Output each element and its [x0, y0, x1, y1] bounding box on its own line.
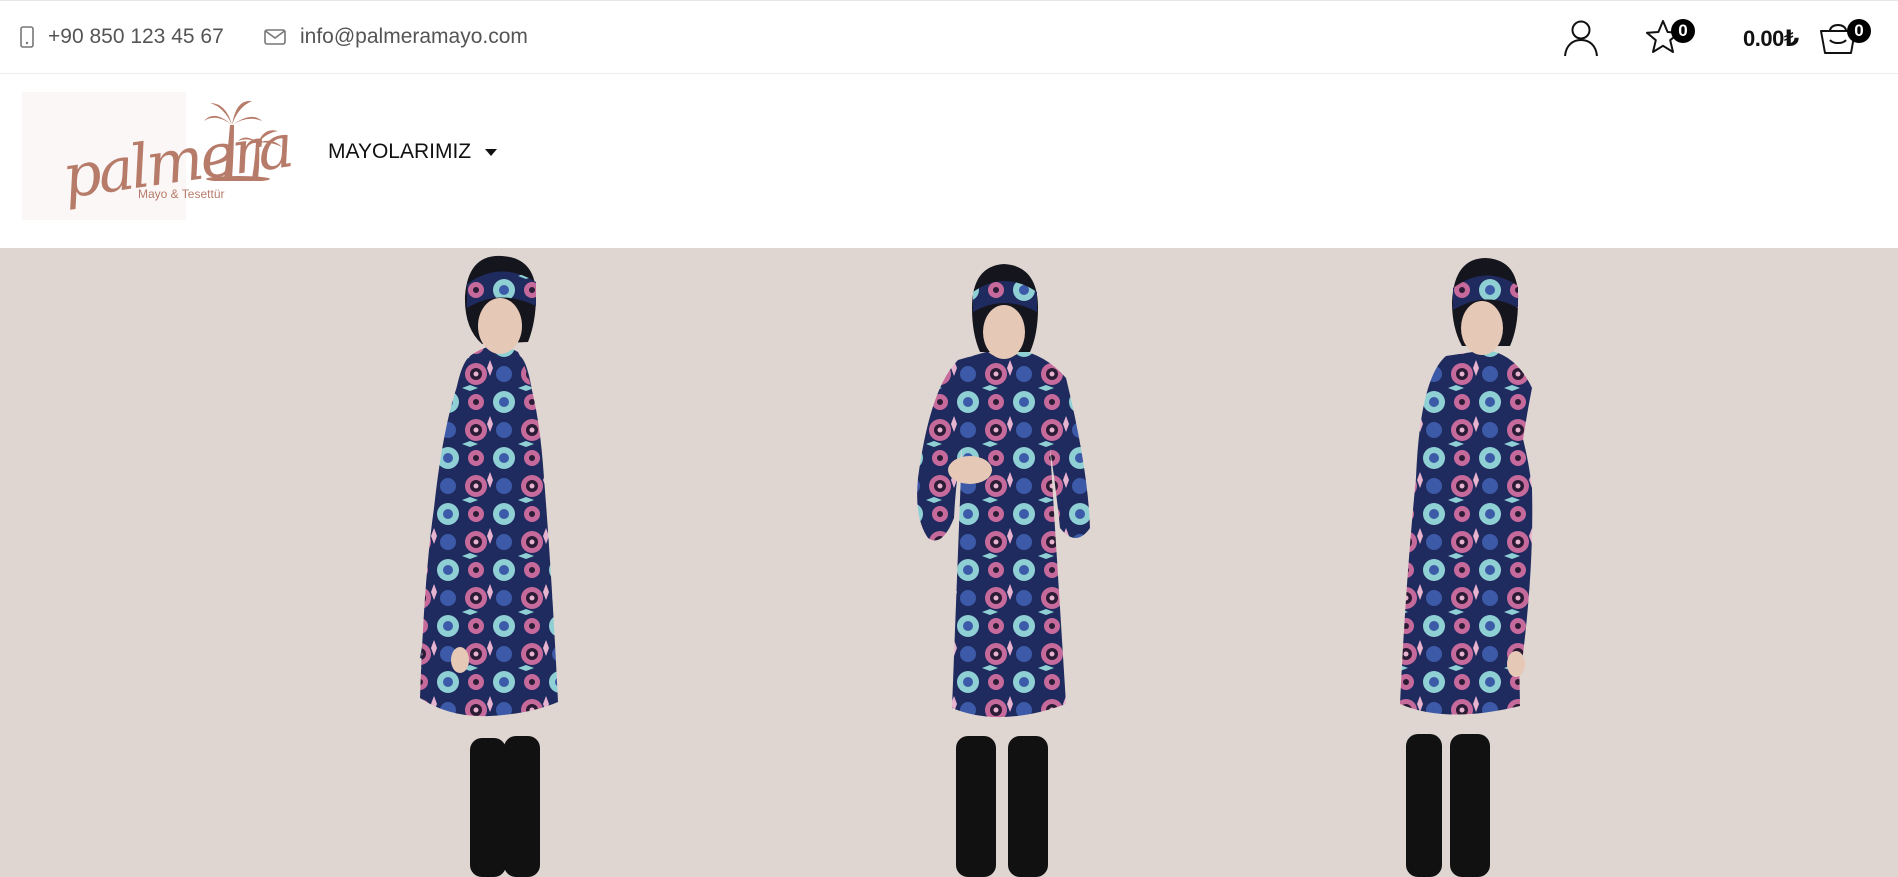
- model-figure-right: [1400, 258, 1533, 877]
- contact-phone[interactable]: +90 850 123 45 67: [20, 25, 224, 49]
- user-icon: [1564, 20, 1598, 57]
- wishlist-button[interactable]: 0: [1645, 19, 1695, 60]
- cart-count-badge: 0: [1847, 19, 1871, 43]
- phone-number: +90 850 123 45 67: [48, 25, 224, 48]
- nav-item-label: MAYOLARIMIZ: [328, 140, 472, 163]
- mobile-icon: [20, 26, 34, 48]
- wishlist-count-badge: 0: [1671, 19, 1695, 43]
- nav-item-mayolarimiz[interactable]: MAYOLARIMIZ: [328, 140, 498, 164]
- cart-button[interactable]: 0: [1819, 19, 1871, 60]
- site-logo[interactable]: palmera Mayo & Tesettür: [22, 92, 295, 220]
- model-figure-left: [420, 255, 558, 877]
- main-header: palmera Mayo & Tesettür MAYOLARIMIZ: [0, 74, 1898, 248]
- palm-tree-icon: [204, 100, 282, 181]
- caret-down-icon: [485, 148, 498, 156]
- top-bar: +90 850 123 45 67 info@palmeramayo.com 0…: [0, 0, 1898, 74]
- model-figure-center: [917, 264, 1090, 877]
- envelope-icon: [264, 29, 286, 45]
- cart-total[interactable]: 0.00₺: [1743, 26, 1799, 52]
- account-button[interactable]: [1563, 19, 1599, 62]
- email-address: info@palmeramayo.com: [300, 25, 528, 48]
- contact-email[interactable]: info@palmeramayo.com: [264, 25, 528, 49]
- hero-banner[interactable]: [0, 248, 1898, 877]
- logo-tagline: Mayo & Tesettür: [138, 187, 225, 201]
